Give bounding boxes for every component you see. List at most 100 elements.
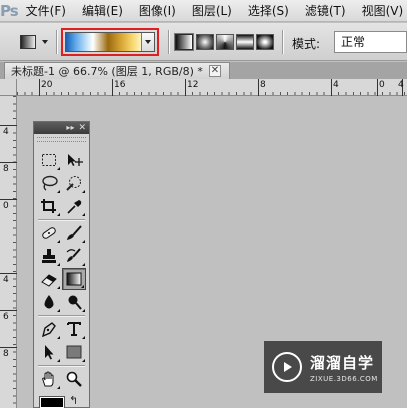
foreground-color-swatch[interactable] bbox=[39, 396, 65, 408]
tool-flyout-indicator bbox=[82, 190, 85, 193]
gradient-preview-swatch[interactable] bbox=[66, 33, 141, 51]
zoom-icon[interactable] bbox=[62, 368, 86, 390]
tool-flyout-indicator bbox=[57, 386, 60, 389]
ruler-major-tick bbox=[0, 125, 17, 126]
tool-flyout-indicator bbox=[57, 286, 60, 289]
ruler-label: 4 bbox=[3, 275, 9, 285]
ruler-label: 8 bbox=[260, 80, 266, 90]
tool-flyout-indicator bbox=[82, 263, 85, 266]
ruler-major-tick bbox=[0, 347, 17, 348]
lasso-icon[interactable] bbox=[37, 172, 61, 194]
close-icon[interactable]: ✕ bbox=[78, 123, 86, 133]
tools-panel-header[interactable]: ▸▸ ✕ bbox=[34, 122, 89, 134]
tools-divider bbox=[38, 219, 85, 221]
tool-flyout-indicator bbox=[82, 309, 85, 312]
brush-icon[interactable] bbox=[62, 222, 86, 244]
menu-layer[interactable]: 图层(L) bbox=[184, 0, 240, 22]
ruler-label: 12 bbox=[187, 80, 199, 90]
tool-flyout-indicator bbox=[57, 359, 60, 362]
ruler-label: 4 bbox=[3, 127, 9, 137]
ruler-label: 4 bbox=[333, 80, 339, 90]
tools-divider bbox=[38, 365, 85, 367]
watermark-name: 溜溜自学 bbox=[310, 353, 375, 372]
menu-file[interactable]: 文件(F) bbox=[18, 0, 74, 22]
ruler-origin[interactable] bbox=[0, 79, 17, 96]
swap-colors-icon[interactable]: ↰ bbox=[69, 394, 78, 407]
chevron-down-icon bbox=[145, 40, 151, 44]
watermark: 溜溜自学 ZIXUE.3D66.COM bbox=[264, 341, 382, 393]
tool-flyout-indicator bbox=[82, 336, 85, 339]
tool-preset-picker[interactable] bbox=[20, 33, 50, 51]
menu-edit[interactable]: 编辑(E) bbox=[74, 0, 131, 22]
options-separator bbox=[168, 30, 170, 54]
ruler-major-tick bbox=[377, 79, 378, 96]
eraser-icon[interactable] bbox=[37, 268, 61, 290]
angle-gradient-icon[interactable] bbox=[216, 34, 234, 50]
dodge-icon[interactable] bbox=[62, 291, 86, 313]
photoshop-logo: Ps bbox=[0, 1, 19, 20]
ruler-label: 6 bbox=[3, 312, 9, 322]
tools-panel: ▸▸ ✕ bbox=[33, 121, 90, 408]
collapse-icon[interactable]: ▸▸ bbox=[66, 123, 74, 133]
menu-view[interactable]: 视图(V) bbox=[354, 0, 407, 22]
ruler-major-tick bbox=[39, 79, 40, 96]
gradient-picker[interactable] bbox=[65, 32, 155, 52]
blur-icon[interactable] bbox=[37, 291, 61, 313]
ruler-label: 20 bbox=[41, 80, 53, 90]
path-select-icon[interactable] bbox=[37, 341, 61, 363]
tool-flyout-indicator bbox=[57, 309, 60, 312]
watermark-text: 溜溜自学 ZIXUE.3D66.COM bbox=[310, 352, 378, 383]
tool-flyout-indicator bbox=[57, 240, 60, 243]
ruler-major-tick bbox=[0, 310, 17, 311]
move-icon[interactable] bbox=[62, 149, 86, 171]
tools-divider bbox=[38, 315, 85, 317]
spot-heal-icon[interactable] bbox=[37, 222, 61, 244]
ruler-major-tick bbox=[0, 273, 17, 274]
linear-gradient-icon[interactable] bbox=[174, 33, 194, 51]
menu-select[interactable]: 选择(S) bbox=[240, 0, 297, 22]
tool-flyout-indicator bbox=[57, 167, 60, 170]
horizontal-ruler[interactable] bbox=[17, 79, 407, 96]
tool-flyout-indicator bbox=[57, 263, 60, 266]
ruler-major-tick bbox=[258, 79, 259, 96]
document-tab-bar: 未标题-1 @ 66.7% (图层 1, RGB/8) * ✕ bbox=[0, 62, 407, 79]
type-icon[interactable] bbox=[62, 318, 86, 340]
history-brush-icon[interactable] bbox=[62, 245, 86, 267]
gradient-dropdown-button[interactable] bbox=[141, 33, 154, 51]
chevron-down-icon bbox=[42, 40, 48, 44]
options-bar: 模式: 正常 bbox=[0, 23, 407, 61]
tool-flyout-indicator bbox=[82, 240, 85, 243]
gradient-icon[interactable] bbox=[62, 268, 86, 290]
ruler-label: 0 bbox=[3, 201, 9, 211]
options-separator bbox=[56, 30, 58, 54]
panel-grip[interactable] bbox=[37, 137, 86, 142]
tool-flyout-indicator bbox=[82, 359, 85, 362]
pen-icon[interactable] bbox=[37, 318, 61, 340]
rectangle-shape-icon[interactable] bbox=[62, 341, 86, 363]
ruler-label: 16 bbox=[114, 80, 126, 90]
ruler-major-tick bbox=[0, 199, 17, 200]
ruler-label: 4 bbox=[398, 80, 404, 90]
mode-select[interactable]: 正常 bbox=[334, 31, 407, 53]
quick-select-icon[interactable] bbox=[62, 172, 86, 194]
diamond-gradient-icon[interactable] bbox=[256, 34, 274, 50]
hand-icon[interactable] bbox=[37, 368, 61, 390]
close-icon[interactable]: ✕ bbox=[208, 65, 221, 77]
ruler-major-tick bbox=[112, 79, 113, 96]
tool-flyout-indicator bbox=[57, 213, 60, 216]
menu-filter[interactable]: 滤镜(T) bbox=[297, 0, 354, 22]
tool-flyout-indicator bbox=[57, 190, 60, 193]
menu-bar: Ps 文件(F) 编辑(E) 图像(I) 图层(L) 选择(S) 滤镜(T) 视… bbox=[0, 0, 407, 22]
document-tab[interactable]: 未标题-1 @ 66.7% (图层 1, RGB/8) * ✕ bbox=[4, 62, 230, 79]
crop-icon[interactable] bbox=[37, 195, 61, 217]
watermark-url: ZIXUE.3D66.COM bbox=[310, 374, 378, 383]
rect-marquee-icon[interactable] bbox=[37, 149, 61, 171]
eyedropper-icon[interactable] bbox=[62, 195, 86, 217]
gradient-picker-highlight bbox=[61, 28, 159, 56]
tool-flyout-indicator bbox=[82, 213, 85, 216]
menu-image[interactable]: 图像(I) bbox=[131, 0, 184, 22]
reflected-gradient-icon[interactable] bbox=[236, 34, 254, 50]
vertical-ruler[interactable] bbox=[0, 96, 17, 408]
clone-stamp-icon[interactable] bbox=[37, 245, 61, 267]
radial-gradient-icon[interactable] bbox=[196, 34, 214, 50]
